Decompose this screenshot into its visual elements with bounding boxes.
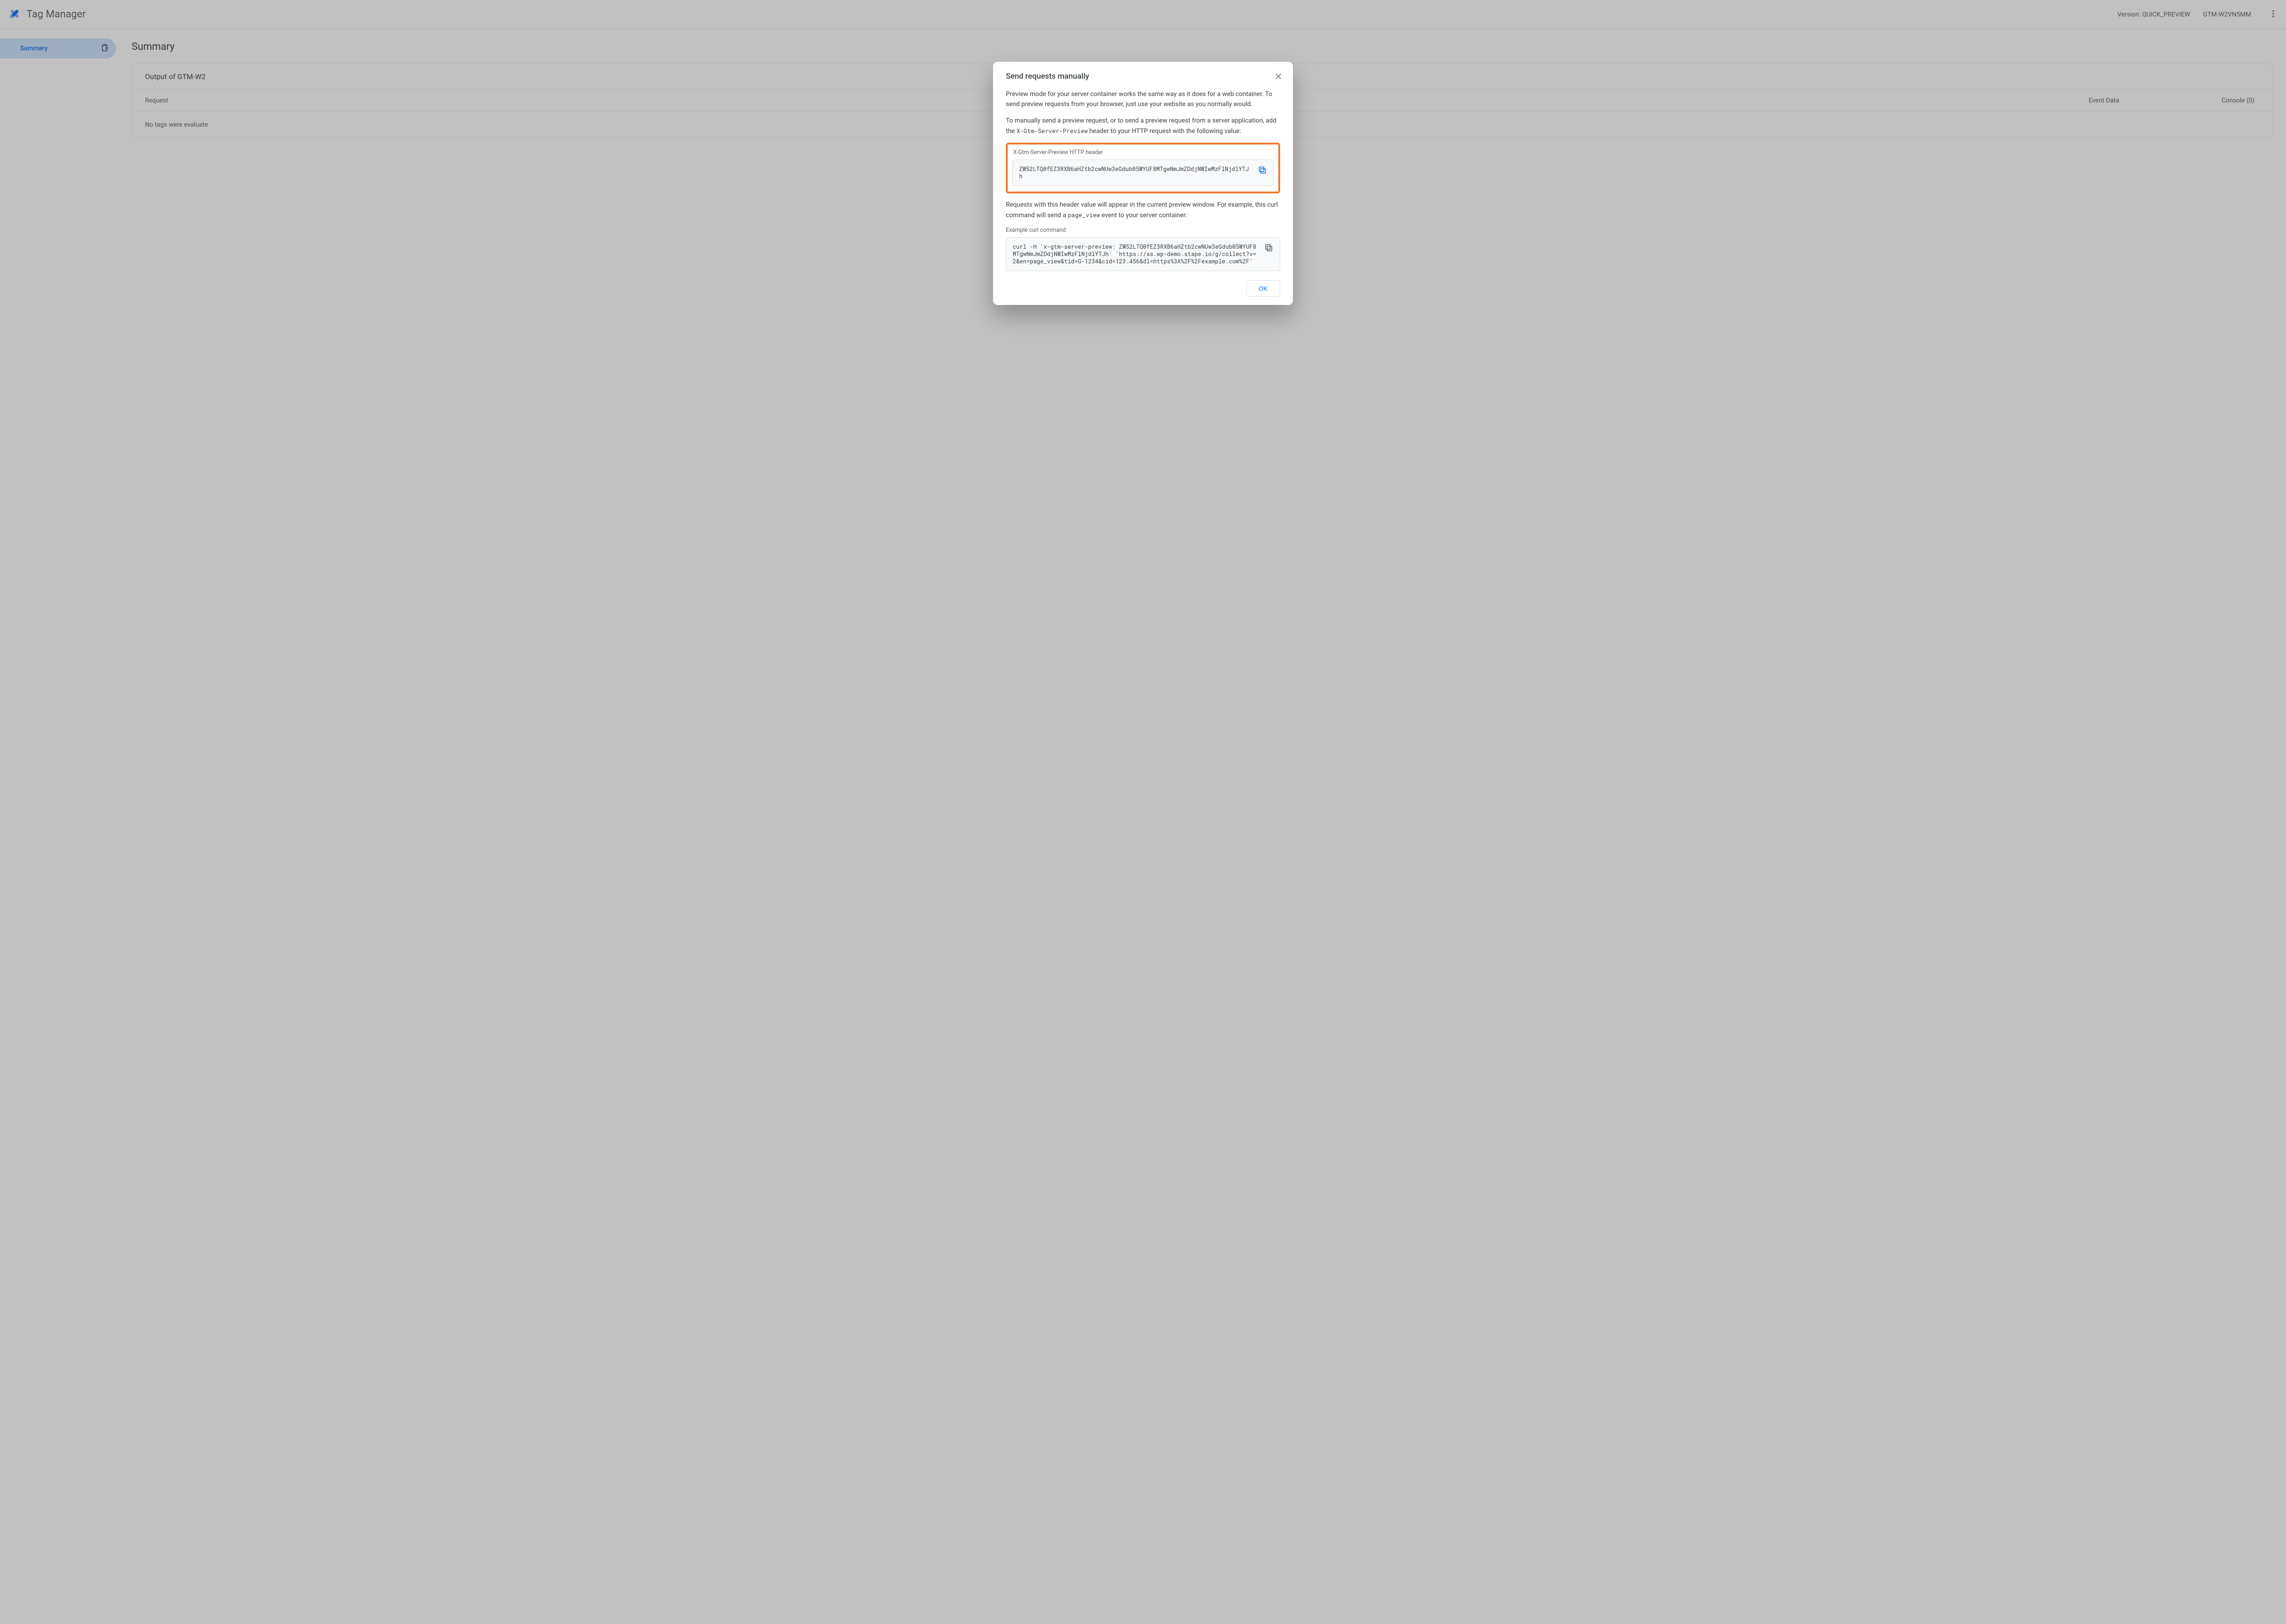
- copy-icon: [1258, 166, 1267, 176]
- ok-button[interactable]: OK: [1246, 280, 1280, 297]
- copy-curl-button[interactable]: [1261, 241, 1276, 256]
- send-requests-dialog: Send requests manually Preview mode for …: [993, 62, 1293, 305]
- header-value-highlight: X-Gtm-Server-Preview HTTP header ZW52LTQ…: [1006, 143, 1280, 193]
- curl-text[interactable]: curl -H 'x-gtm-server-preview: ZW52LTQ0f…: [1013, 243, 1258, 265]
- dialog-paragraph-2: To manually send a preview request, or t…: [1006, 116, 1280, 136]
- header-value-label: X-Gtm-Server-Preview HTTP header: [1012, 149, 1274, 156]
- dialog-paragraph-3: Requests with this header value will app…: [1006, 200, 1280, 220]
- close-button[interactable]: [1271, 70, 1286, 85]
- dialog-paragraph-1: Preview mode for your server container w…: [1006, 89, 1280, 109]
- curl-label: Example curl command: [1006, 227, 1280, 234]
- copy-header-button[interactable]: [1255, 164, 1270, 178]
- header-value-box: ZW52LTQ0fEZ3RXB6aHZtb2cwNUw3eGdub05WYUF8…: [1012, 160, 1274, 186]
- close-icon: [1274, 72, 1282, 82]
- copy-icon: [1264, 243, 1273, 254]
- dialog-title: Send requests manually: [1006, 72, 1280, 81]
- curl-box: curl -H 'x-gtm-server-preview: ZW52LTQ0f…: [1006, 237, 1280, 271]
- header-value-text[interactable]: ZW52LTQ0fEZ3RXB6aHZtb2cwNUw3eGdub05WYUF8…: [1019, 166, 1251, 180]
